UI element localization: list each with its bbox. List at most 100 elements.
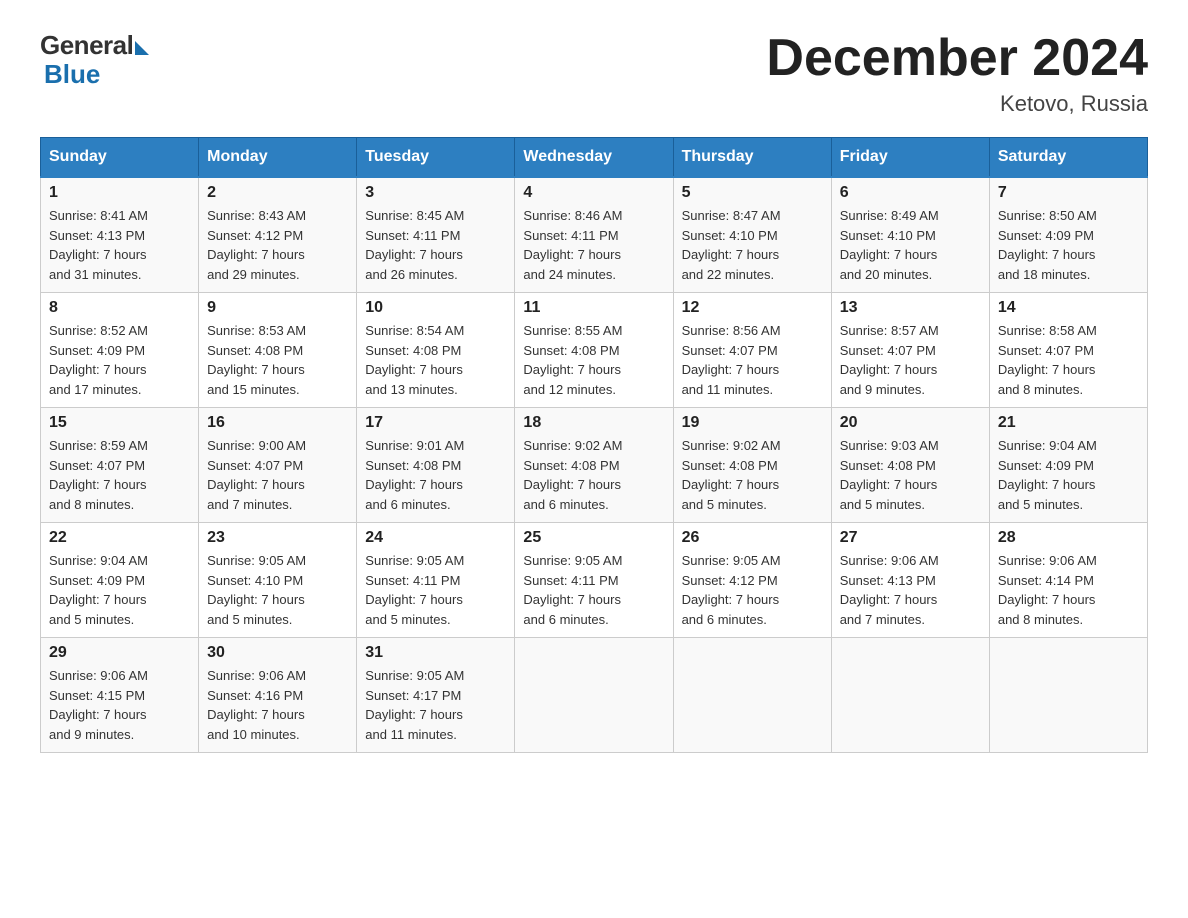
calendar-cell: 30Sunrise: 9:06 AM Sunset: 4:16 PM Dayli…: [199, 638, 357, 753]
day-number: 23: [207, 529, 348, 547]
calendar-cell: 1Sunrise: 8:41 AM Sunset: 4:13 PM Daylig…: [41, 177, 199, 293]
calendar-cell: [673, 638, 831, 753]
calendar-cell: [515, 638, 673, 753]
day-info: Sunrise: 9:01 AM Sunset: 4:08 PM Dayligh…: [365, 436, 506, 514]
calendar-cell: 25 Sunrise: 9:05 AM Sunset: 4:11 PM Dayli…: [515, 523, 673, 638]
day-info: Sunrise: 8:45 AM Sunset: 4:11 PM Dayligh…: [365, 206, 506, 284]
day-info: Sunrise: 8:46 AM Sunset: 4:11 PM Dayligh…: [523, 206, 664, 284]
page-header: General Blue December 2024 Ketovo, Russi…: [40, 30, 1148, 117]
column-header-tuesday: Tuesday: [357, 138, 515, 178]
calendar-cell: [831, 638, 989, 753]
day-info: Sunrise: 9:06 AM Sunset: 4:13 PM Dayligh…: [840, 551, 981, 629]
day-number: 8: [49, 299, 190, 317]
calendar-cell: 10 Sunrise: 8:54 AM Sunset: 4:08 PM Dayli…: [357, 293, 515, 408]
day-info: Sunrise: 8:54 AM Sunset: 4:08 PM Dayligh…: [365, 321, 506, 399]
column-header-monday: Monday: [199, 138, 357, 178]
day-number: 28: [998, 529, 1139, 547]
day-info: Sunrise: 9:05 AM Sunset: 4:11 PM Dayligh…: [365, 551, 506, 629]
logo-blue-text: Blue: [40, 59, 100, 90]
day-info: Sunrise: 9:05 AM Sunset: 4:11 PM Dayligh…: [523, 551, 664, 629]
day-info: Sunrise: 9:05 AM Sunset: 4:10 PM Dayligh…: [207, 551, 348, 629]
calendar-cell: 8 Sunrise: 8:52 AM Sunset: 4:09 PM Daylig…: [41, 293, 199, 408]
day-number: 21: [998, 414, 1139, 432]
day-info: Sunrise: 8:47 AM Sunset: 4:10 PM Dayligh…: [682, 206, 823, 284]
day-number: 13: [840, 299, 981, 317]
day-number: 27: [840, 529, 981, 547]
day-info: Sunrise: 8:50 AM Sunset: 4:09 PM Dayligh…: [998, 206, 1139, 284]
column-header-friday: Friday: [831, 138, 989, 178]
calendar-cell: 17 Sunrise: 9:01 AM Sunset: 4:08 PM Dayli…: [357, 408, 515, 523]
calendar-cell: 15Sunrise: 8:59 AM Sunset: 4:07 PM Dayli…: [41, 408, 199, 523]
day-number: 16: [207, 414, 348, 432]
calendar-cell: 22 Sunrise: 9:04 AM Sunset: 4:09 PM Dayli…: [41, 523, 199, 638]
calendar-cell: 11 Sunrise: 8:55 AM Sunset: 4:08 PM Dayli…: [515, 293, 673, 408]
calendar-week-row: 29 Sunrise: 9:06 AM Sunset: 4:15 PM Dayli…: [41, 638, 1148, 753]
calendar-cell: 4 Sunrise: 8:46 AM Sunset: 4:11 PM Daylig…: [515, 177, 673, 293]
day-number: 30: [207, 644, 348, 662]
calendar-cell: 28 Sunrise: 9:06 AM Sunset: 4:14 PM Dayli…: [989, 523, 1147, 638]
calendar-cell: 12 Sunrise: 8:56 AM Sunset: 4:07 PM Dayli…: [673, 293, 831, 408]
day-number: 17: [365, 414, 506, 432]
day-number: 6: [840, 184, 981, 202]
calendar-cell: 2 Sunrise: 8:43 AM Sunset: 4:12 PM Daylig…: [199, 177, 357, 293]
calendar-cell: 14Sunrise: 8:58 AM Sunset: 4:07 PM Dayli…: [989, 293, 1147, 408]
day-number: 20: [840, 414, 981, 432]
logo-triangle-icon: [135, 41, 149, 55]
day-info: Sunrise: 9:05 AM Sunset: 4:12 PM Dayligh…: [682, 551, 823, 629]
title-block: December 2024 Ketovo, Russia: [766, 30, 1148, 117]
calendar-header-row: SundayMondayTuesdayWednesdayThursdayFrid…: [41, 138, 1148, 178]
day-info: Sunrise: 8:55 AM Sunset: 4:08 PM Dayligh…: [523, 321, 664, 399]
day-number: 19: [682, 414, 823, 432]
day-number: 25: [523, 529, 664, 547]
day-number: 4: [523, 184, 664, 202]
day-info: Sunrise: 8:56 AM Sunset: 4:07 PM Dayligh…: [682, 321, 823, 399]
day-number: 11: [523, 299, 664, 317]
calendar-cell: 6Sunrise: 8:49 AM Sunset: 4:10 PM Daylig…: [831, 177, 989, 293]
logo: General Blue: [40, 30, 149, 90]
calendar-cell: 21 Sunrise: 9:04 AM Sunset: 4:09 PM Dayli…: [989, 408, 1147, 523]
day-info: Sunrise: 9:04 AM Sunset: 4:09 PM Dayligh…: [49, 551, 190, 629]
day-info: Sunrise: 9:02 AM Sunset: 4:08 PM Dayligh…: [523, 436, 664, 514]
calendar-cell: 5 Sunrise: 8:47 AM Sunset: 4:10 PM Daylig…: [673, 177, 831, 293]
calendar-week-row: 8 Sunrise: 8:52 AM Sunset: 4:09 PM Daylig…: [41, 293, 1148, 408]
day-number: 14: [998, 299, 1139, 317]
calendar-table: SundayMondayTuesdayWednesdayThursdayFrid…: [40, 137, 1148, 753]
calendar-cell: 19 Sunrise: 9:02 AM Sunset: 4:08 PM Dayli…: [673, 408, 831, 523]
day-info: Sunrise: 9:05 AM Sunset: 4:17 PM Dayligh…: [365, 666, 506, 744]
day-number: 10: [365, 299, 506, 317]
calendar-cell: 13Sunrise: 8:57 AM Sunset: 4:07 PM Dayli…: [831, 293, 989, 408]
day-info: Sunrise: 8:43 AM Sunset: 4:12 PM Dayligh…: [207, 206, 348, 284]
calendar-title: December 2024: [766, 30, 1148, 87]
calendar-cell: 7Sunrise: 8:50 AM Sunset: 4:09 PM Daylig…: [989, 177, 1147, 293]
day-number: 26: [682, 529, 823, 547]
calendar-location: Ketovo, Russia: [766, 91, 1148, 117]
day-number: 29: [49, 644, 190, 662]
column-header-wednesday: Wednesday: [515, 138, 673, 178]
day-info: Sunrise: 9:06 AM Sunset: 4:15 PM Dayligh…: [49, 666, 190, 744]
day-info: Sunrise: 9:02 AM Sunset: 4:08 PM Dayligh…: [682, 436, 823, 514]
calendar-cell: 24Sunrise: 9:05 AM Sunset: 4:11 PM Dayli…: [357, 523, 515, 638]
day-info: Sunrise: 9:03 AM Sunset: 4:08 PM Dayligh…: [840, 436, 981, 514]
logo-general-text: General: [40, 30, 133, 61]
calendar-cell: 3 Sunrise: 8:45 AM Sunset: 4:11 PM Daylig…: [357, 177, 515, 293]
calendar-cell: 31Sunrise: 9:05 AM Sunset: 4:17 PM Dayli…: [357, 638, 515, 753]
day-number: 2: [207, 184, 348, 202]
day-number: 12: [682, 299, 823, 317]
calendar-cell: [989, 638, 1147, 753]
day-number: 3: [365, 184, 506, 202]
day-info: Sunrise: 8:59 AM Sunset: 4:07 PM Dayligh…: [49, 436, 190, 514]
day-info: Sunrise: 9:06 AM Sunset: 4:14 PM Dayligh…: [998, 551, 1139, 629]
calendar-cell: 29 Sunrise: 9:06 AM Sunset: 4:15 PM Dayli…: [41, 638, 199, 753]
calendar-cell: 27 Sunrise: 9:06 AM Sunset: 4:13 PM Dayli…: [831, 523, 989, 638]
calendar-cell: 16Sunrise: 9:00 AM Sunset: 4:07 PM Dayli…: [199, 408, 357, 523]
column-header-saturday: Saturday: [989, 138, 1147, 178]
calendar-cell: 26 Sunrise: 9:05 AM Sunset: 4:12 PM Dayli…: [673, 523, 831, 638]
day-number: 9: [207, 299, 348, 317]
day-number: 5: [682, 184, 823, 202]
day-info: Sunrise: 8:52 AM Sunset: 4:09 PM Dayligh…: [49, 321, 190, 399]
day-info: Sunrise: 9:04 AM Sunset: 4:09 PM Dayligh…: [998, 436, 1139, 514]
calendar-week-row: 22 Sunrise: 9:04 AM Sunset: 4:09 PM Dayli…: [41, 523, 1148, 638]
day-number: 22: [49, 529, 190, 547]
column-header-sunday: Sunday: [41, 138, 199, 178]
calendar-cell: 9Sunrise: 8:53 AM Sunset: 4:08 PM Daylig…: [199, 293, 357, 408]
